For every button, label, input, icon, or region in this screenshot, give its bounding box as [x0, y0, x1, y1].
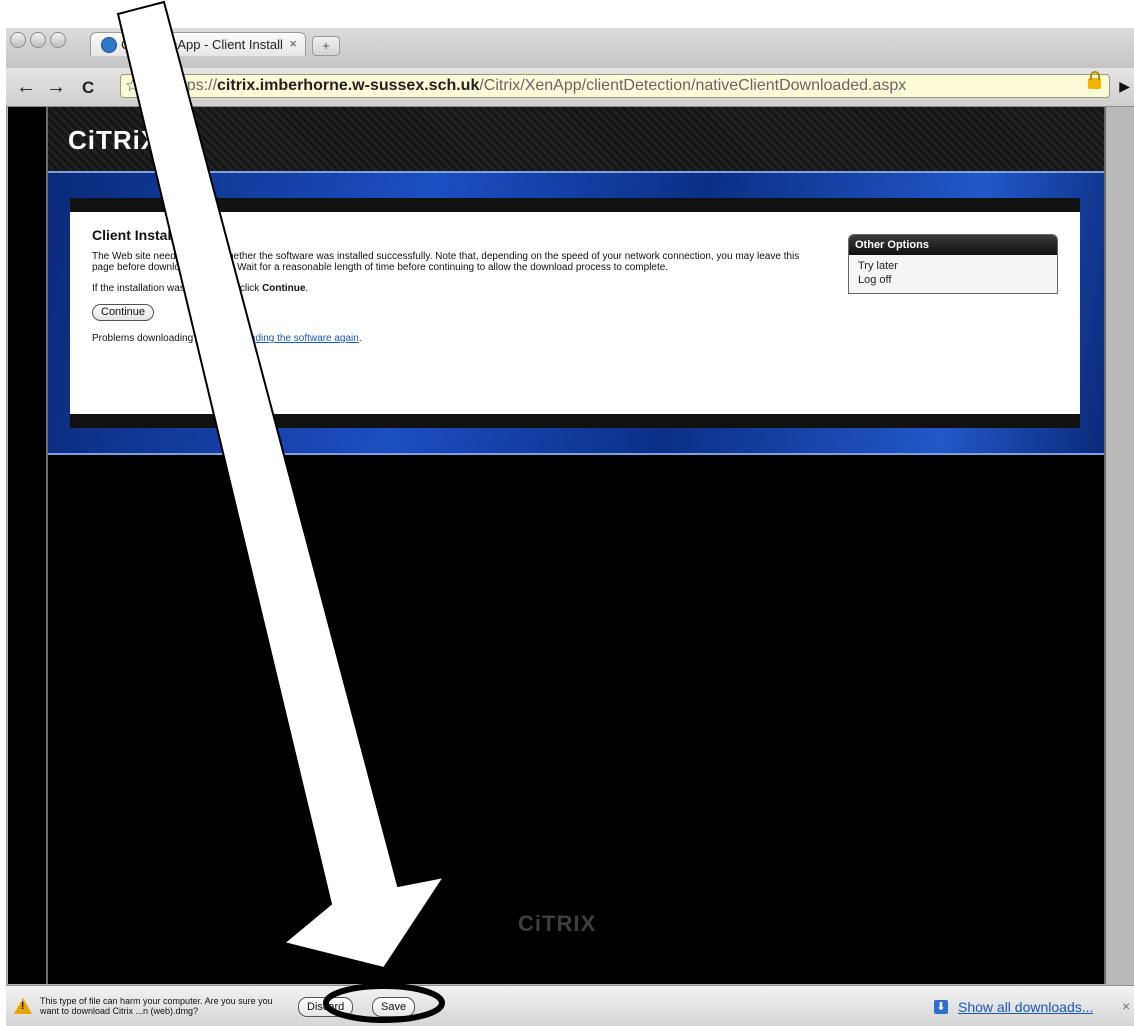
tab-strip: Citrix XenApp - Client Install × + [6, 28, 1134, 68]
reload-button[interactable]: C [82, 78, 94, 98]
back-button[interactable]: ← [16, 76, 36, 99]
save-button[interactable]: Save [372, 997, 416, 1017]
new-tab-button[interactable]: + [312, 36, 340, 56]
tab-title: Citrix XenApp - Client Install [121, 37, 283, 52]
show-all-downloads-link[interactable]: Show all downloads... [958, 999, 1093, 1015]
download-warning-message: This type of file can harm your computer… [40, 996, 273, 1016]
problems-prefix: Problems downloading? Try [92, 333, 219, 344]
ssl-lock-icon[interactable] [1088, 71, 1101, 89]
site-header: CiTRiX [48, 107, 1104, 171]
address-bar[interactable]: ☆ https://citrix.imberhorne.w-sussex.sch… [120, 71, 1110, 98]
citrix-favicon-icon [101, 37, 117, 53]
log-off-link[interactable]: Log off [849, 273, 1057, 287]
zoom-window-button[interactable] [50, 32, 66, 48]
close-window-button[interactable] [10, 32, 26, 48]
forward-button[interactable]: → [46, 76, 66, 99]
url-text: https://citrix.imberhorne.w-sussex.sch.u… [169, 77, 906, 95]
citrix-site: CiTRiX Client Installation The Web site … [46, 107, 1106, 984]
other-options-list: Try later Log off [849, 255, 1057, 293]
close-download-shelf-icon[interactable]: × [1122, 998, 1130, 1014]
url-scheme: https:// [169, 77, 218, 94]
panel-main: Client Installation The Web site needs t… [92, 227, 812, 354]
try-later-link[interactable]: Try later [849, 259, 1057, 273]
browser-toolbar: ← → C ☆ https://citrix.imberhorne.w-suss… [6, 68, 1134, 107]
page-title: Client Installation [92, 227, 209, 243]
download-again-link[interactable]: downloading the software again [218, 333, 359, 344]
if-installed-text: If the installation was successful, clic… [92, 283, 812, 294]
other-options-title: Other Options [849, 235, 1057, 255]
url-path: /Citrix/XenApp/clientDetection/nativeCli… [479, 77, 907, 94]
url-host: citrix.imberhorne.w-sussex.sch.uk [217, 77, 480, 94]
problems-text: Problems downloading? Try downloading th… [92, 333, 812, 344]
continue-button[interactable]: Continue [92, 304, 155, 321]
citrix-footer-logo: CiTRIX [518, 911, 597, 936]
banner: Client Installation The Web site needs t… [48, 171, 1104, 455]
discard-button[interactable]: Discard [298, 997, 354, 1017]
warning-icon: ! [14, 998, 32, 1014]
if-installed-bold: Continue [262, 283, 306, 294]
tab-active[interactable]: Citrix XenApp - Client Install × [90, 32, 306, 56]
minimize-window-button[interactable] [30, 32, 46, 48]
bookmark-star-icon[interactable]: ☆ [125, 76, 140, 96]
if-installed-prefix: If the installation was successful, clic… [92, 283, 263, 294]
citrix-logo: CiTRiX [68, 125, 160, 155]
problems-end: . [358, 333, 362, 344]
downloads-icon: ⬇ [934, 1000, 948, 1014]
page-menu-icon[interactable]: ▶ [1119, 78, 1130, 95]
download-shelf: ! This type of file can harm your comput… [6, 985, 1134, 1026]
close-tab-icon[interactable]: × [289, 36, 297, 51]
if-installed-end: . [305, 283, 309, 294]
other-options-box: Other Options Try later Log off [848, 234, 1058, 294]
panel-body-text: The Web site needs to know whether the s… [92, 251, 800, 273]
web-content: CiTRiX Client Installation The Web site … [8, 107, 1106, 984]
client-install-panel: Client Installation The Web site needs t… [70, 198, 1080, 428]
